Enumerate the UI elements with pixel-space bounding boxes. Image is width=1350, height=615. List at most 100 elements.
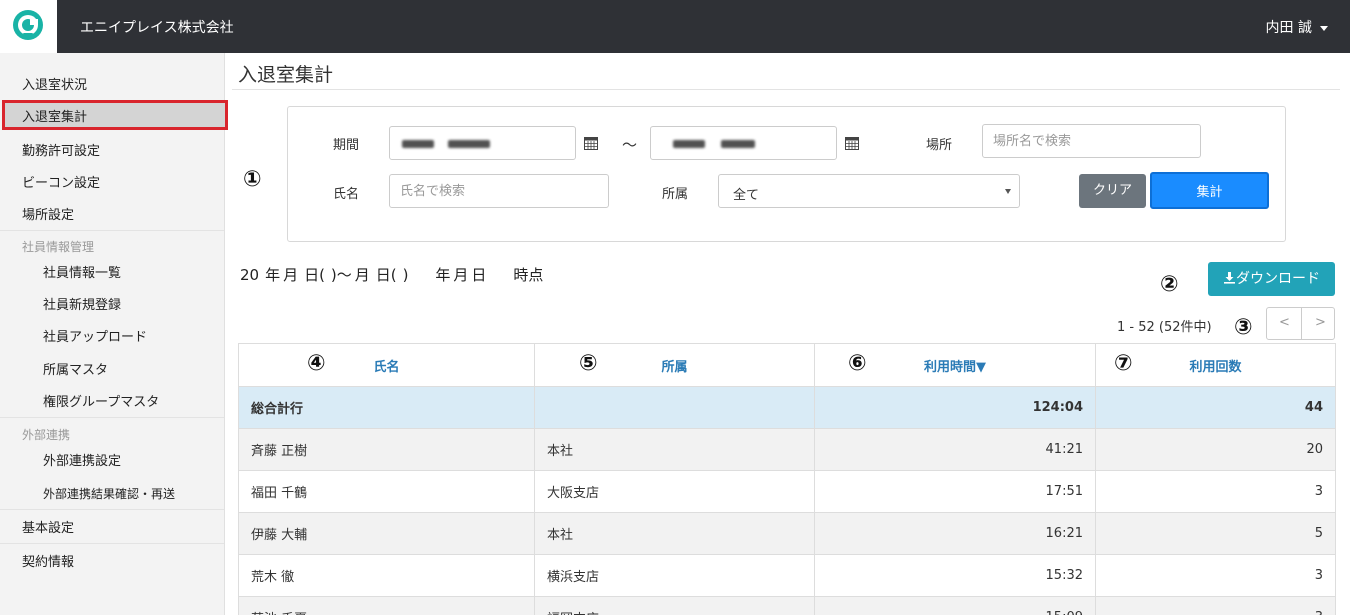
annotation-2: ②	[1160, 272, 1179, 297]
row-name: 伊藤 大輔	[238, 512, 535, 555]
sidebar-item-contract[interactable]: 契約情報	[0, 551, 225, 570]
pager-info: 1 - 52 (52件中)	[1117, 320, 1212, 335]
row-time: 15:32	[814, 554, 1096, 597]
col-header-name-label: 氏名	[373, 359, 400, 375]
total-time: 124:04	[814, 386, 1096, 429]
dept-select[interactable]: 全て	[718, 174, 1020, 208]
prev-page-button[interactable]: <	[1279, 315, 1290, 330]
sidebar-item-employee-new[interactable]: 社員新規登録	[0, 294, 225, 313]
divider	[0, 417, 224, 418]
row-name: 荒木 徹	[238, 554, 535, 597]
sidebar-item-employee-upload[interactable]: 社員アップロード	[0, 326, 225, 345]
annotation-4: ④	[307, 351, 326, 376]
total-count: 44	[1095, 386, 1336, 429]
table-row[interactable]: 福田 千鶴 大阪支店 17:51 3	[238, 470, 1336, 513]
top-bar: エニイプレイス株式会社 内田 誠	[0, 0, 1350, 53]
page-title: 入退室集計	[238, 64, 334, 86]
divider	[0, 509, 224, 510]
app-logo[interactable]	[0, 0, 57, 53]
sidebar-item-work-permission[interactable]: 勤務許可設定	[0, 140, 225, 159]
calc-button[interactable]: 集計	[1150, 172, 1269, 209]
row-count: 3	[1095, 554, 1336, 597]
col-header-time-label: 利用時間▼	[924, 359, 986, 375]
row-dept: 福岡支店	[534, 596, 815, 615]
row-count: 5	[1095, 512, 1336, 555]
total-label: 総合計行	[238, 386, 535, 429]
divider	[0, 230, 224, 231]
download-button[interactable]: ダウンロード	[1208, 262, 1335, 296]
period-separator: ～	[622, 136, 638, 154]
total-row: 総合計行 124:04 44	[238, 386, 1336, 429]
dept-label: 所属	[662, 187, 689, 202]
download-label: ダウンロード	[1236, 271, 1320, 287]
row-name: 菊池 千夏	[238, 596, 535, 615]
logo-icon	[13, 10, 43, 40]
name-label: 氏名	[333, 187, 360, 202]
pager: < >	[1266, 307, 1335, 340]
row-count: 3	[1095, 470, 1336, 513]
row-dept: 大阪支店	[534, 470, 815, 513]
row-time: 17:51	[814, 470, 1096, 513]
table-header-row: ④ 氏名 ⑤ 所属 ⑥ 利用時間▼ ⑦ 利用回数	[238, 343, 1336, 387]
sidebar-item-external-results[interactable]: 外部連携結果確認・再送	[0, 485, 225, 502]
row-dept: 本社	[534, 512, 815, 555]
col-header-time[interactable]: ⑥ 利用時間▼	[814, 343, 1096, 387]
total-dept	[534, 386, 815, 429]
company-name: エニイプレイス株式会社	[80, 20, 234, 36]
chevron-down-icon	[1005, 189, 1011, 194]
period-summary: 20 年 月 日( )～ 月 日( ) 年 月 日 時点	[240, 266, 544, 284]
sidebar-item-beacon[interactable]: ビーコン設定	[0, 172, 225, 191]
row-count: 3	[1095, 596, 1336, 615]
row-dept: 本社	[534, 428, 815, 471]
col-header-name[interactable]: ④ 氏名	[238, 343, 535, 387]
next-page-button[interactable]: >	[1315, 315, 1326, 330]
sidebar-group-employee: 社員情報管理	[22, 240, 95, 254]
table-row[interactable]: 伊藤 大輔 本社 16:21 5	[238, 512, 1336, 555]
end-date-input[interactable]	[650, 126, 837, 160]
col-header-dept[interactable]: ⑤ 所属	[534, 343, 815, 387]
row-dept: 横浜支店	[534, 554, 815, 597]
caret-down-icon	[1320, 25, 1328, 31]
divider	[0, 543, 224, 544]
dept-select-value: 全て	[733, 188, 760, 203]
summary-table: ④ 氏名 ⑤ 所属 ⑥ 利用時間▼ ⑦ 利用回数 総合計行 124:04 44	[238, 343, 1336, 615]
table-row[interactable]: 斉藤 正樹 本社 41:21 20	[238, 428, 1336, 471]
sidebar: 入退室状況 入退室集計 勤務許可設定 ビーコン設定 場所設定 社員情報管理 社員…	[0, 53, 228, 615]
sidebar-item-external-settings[interactable]: 外部連携設定	[0, 450, 225, 469]
user-name: 内田 誠	[1265, 20, 1312, 36]
sidebar-item-entry-status[interactable]: 入退室状況	[0, 74, 225, 93]
sidebar-item-place[interactable]: 場所設定	[0, 204, 225, 223]
calendar-icon[interactable]	[584, 136, 598, 150]
row-count: 20	[1095, 428, 1336, 471]
sidebar-item-employee-list[interactable]: 社員情報一覧	[0, 262, 225, 281]
row-name: 福田 千鶴	[238, 470, 535, 513]
col-header-dept-label: 所属	[661, 359, 688, 375]
col-header-count[interactable]: ⑦ 利用回数	[1095, 343, 1336, 387]
sidebar-item-entry-summary[interactable]: 入退室集計	[0, 106, 225, 125]
table-row[interactable]: 荒木 徹 横浜支店 15:32 3	[238, 554, 1336, 597]
sidebar-item-basic-settings[interactable]: 基本設定	[0, 517, 225, 536]
start-date-input[interactable]	[389, 126, 576, 160]
annotation-6: ⑥	[848, 351, 867, 376]
annotation-1: ①	[243, 167, 262, 192]
col-header-count-label: 利用回数	[1189, 359, 1242, 375]
user-menu[interactable]: 内田 誠	[1266, 17, 1328, 37]
divider	[232, 89, 1340, 90]
name-search-input[interactable]	[389, 174, 609, 208]
sidebar-group-external: 外部連携	[22, 428, 71, 442]
annotation-7: ⑦	[1114, 351, 1133, 376]
annotation-5: ⑤	[579, 351, 598, 376]
calendar-icon[interactable]	[845, 136, 859, 150]
annotation-3: ③	[1234, 315, 1253, 340]
place-search-input[interactable]	[982, 124, 1201, 158]
sidebar-item-dept-master[interactable]: 所属マスタ	[0, 359, 225, 378]
place-label: 場所	[926, 138, 953, 153]
clear-button[interactable]: クリア	[1079, 174, 1146, 208]
row-time: 16:21	[814, 512, 1096, 555]
row-time: 41:21	[814, 428, 1096, 471]
table-row[interactable]: 菊池 千夏 福岡支店 15:09 3	[238, 596, 1336, 615]
row-name: 斉藤 正樹	[238, 428, 535, 471]
download-icon	[1224, 272, 1235, 284]
sidebar-item-permission-group[interactable]: 権限グループマスタ	[0, 391, 225, 410]
period-label: 期間	[333, 138, 360, 153]
